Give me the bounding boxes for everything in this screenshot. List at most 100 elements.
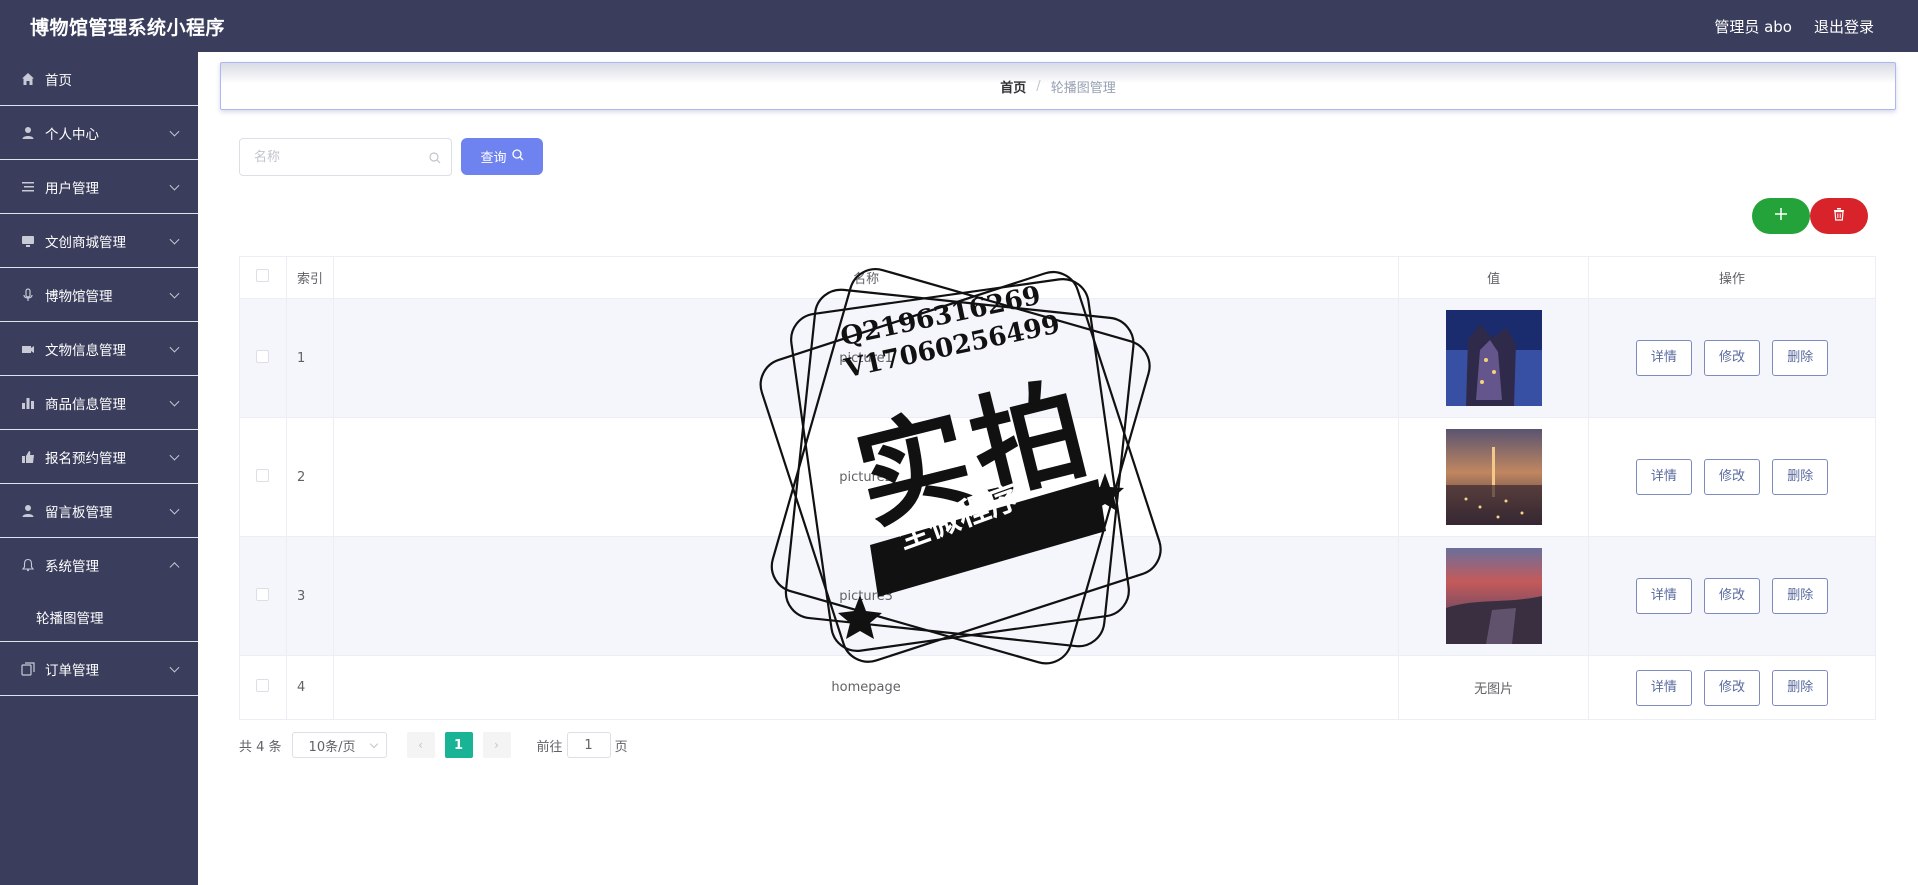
sidebar-item-label: 博物馆管理 — [45, 288, 113, 305]
user-icon — [20, 503, 36, 519]
row-value — [1398, 298, 1590, 418]
column-header-ops: 操作 — [1588, 256, 1876, 299]
app-title: 博物馆管理系统小程序 — [30, 16, 226, 39]
person-icon — [20, 125, 36, 141]
top-header: 博物馆管理系统小程序 管理员 abo 退出登录 — [0, 0, 1918, 52]
detail-button[interactable]: 详情 — [1635, 578, 1692, 614]
delete-button[interactable]: 删除 — [1772, 340, 1829, 376]
row-checkbox[interactable] — [256, 679, 270, 692]
select-all-checkbox[interactable] — [256, 269, 270, 282]
sidebar-item-personal-center[interactable]: 个人中心 — [0, 106, 198, 160]
table-row: 4 homepage 无图片 详情 修改 删除 — [239, 655, 1876, 720]
chevron-down-icon — [169, 662, 180, 673]
bell-icon — [20, 557, 36, 573]
row-checkbox[interactable] — [256, 349, 270, 363]
logout-link[interactable]: 退出登录 — [1814, 16, 1874, 37]
monitor-icon — [20, 233, 36, 249]
edit-button[interactable]: 修改 — [1704, 578, 1761, 614]
thumb-up-icon — [20, 449, 36, 465]
query-button-label: 查询 — [480, 150, 507, 165]
name-search-input[interactable] — [239, 138, 452, 176]
page-size-value: 10条/页 — [308, 739, 356, 755]
delete-button[interactable]: 删除 — [1772, 578, 1829, 614]
add-button[interactable] — [1752, 198, 1810, 234]
sidebar-item-label: 文创商城管理 — [45, 234, 126, 251]
sidebar-item-goods-management[interactable]: 商品信息管理 — [0, 376, 198, 430]
row-checkbox[interactable] — [256, 587, 270, 601]
breadcrumb: 首页 / 轮播图管理 — [220, 62, 1896, 110]
search-icon — [429, 152, 441, 168]
sidebar-item-user-management[interactable]: 用户管理 — [0, 160, 198, 214]
delete-button[interactable]: 删除 — [1772, 669, 1829, 706]
sidebar-item-label: 订单管理 — [45, 662, 99, 679]
edit-button[interactable]: 修改 — [1704, 669, 1761, 706]
detail-button[interactable]: 详情 — [1635, 340, 1692, 376]
sidebar-item-relic-management[interactable]: 文物信息管理 — [0, 322, 198, 376]
chevron-down-icon — [169, 504, 180, 515]
table-row: 2 picture2 详情 修改 删除 — [239, 417, 1876, 537]
detail-button[interactable]: 详情 — [1635, 669, 1692, 706]
next-page-button[interactable]: › — [482, 732, 511, 758]
plus-icon — [1774, 207, 1788, 225]
sidebar-subitem-carousel-management[interactable]: 轮播图管理 — [0, 592, 198, 642]
breadcrumb-home-link[interactable]: 首页 — [1000, 77, 1026, 96]
sidebar-item-system-management[interactable]: 系统管理 — [0, 538, 198, 592]
sidebar-item-label: 用户管理 — [45, 180, 99, 197]
query-button[interactable]: 查询 — [461, 138, 543, 175]
main-content: 查询 索引 名称 值 操作 1 — [220, 118, 1896, 778]
sidebar-item-label: 文物信息管理 — [45, 342, 126, 359]
column-header-value: 值 — [1398, 256, 1590, 299]
edit-button[interactable]: 修改 — [1704, 459, 1761, 495]
row-name: picture1 — [332, 298, 1400, 418]
page-number-current[interactable]: 1 — [444, 732, 473, 758]
pagination: 共 4 条 10条/页 ‹ 1 › 前往 页 — [239, 732, 628, 758]
chevron-up-icon — [169, 562, 180, 573]
goto-prefix: 前往 — [536, 739, 563, 755]
carousel-table: 索引 名称 值 操作 1 picture1 详情 修改 删除 2 picture… — [239, 256, 1876, 720]
sidebar-item-message-board[interactable]: 留言板管理 — [0, 484, 198, 538]
goto-suffix: 页 — [614, 739, 628, 755]
table-row: 3 picture3 详情 修改 删除 — [239, 536, 1876, 656]
column-header-index: 索引 — [285, 256, 334, 299]
table-row: 1 picture1 详情 修改 删除 — [239, 298, 1876, 418]
row-name: homepage — [332, 655, 1400, 720]
copy-icon — [20, 661, 36, 677]
sidebar-item-label: 报名预约管理 — [45, 450, 126, 467]
sidebar-item-museum-management[interactable]: 博物馆管理 — [0, 268, 198, 322]
sidebar-item-home[interactable]: 首页 — [0, 52, 198, 106]
breadcrumb-separator: / — [1036, 78, 1041, 94]
edit-button[interactable]: 修改 — [1704, 340, 1761, 376]
row-value-text: 无图片 — [1398, 655, 1590, 720]
row-index: 4 — [285, 655, 334, 720]
total-count: 共 4 条 — [239, 739, 282, 755]
page-size-select[interactable]: 10条/页 — [291, 732, 387, 758]
sidebar-item-label: 个人中心 — [45, 126, 99, 143]
header-select-all[interactable] — [239, 256, 287, 299]
row-actions: 详情 修改 删除 — [1588, 417, 1876, 537]
goto-page-input[interactable] — [566, 732, 611, 758]
detail-button[interactable]: 详情 — [1635, 459, 1692, 495]
column-header-name: 名称 — [332, 256, 1400, 299]
chevron-down-icon — [169, 396, 180, 407]
breadcrumb-current: 轮播图管理 — [1050, 80, 1116, 96]
row-actions: 详情 修改 删除 — [1588, 536, 1876, 656]
chevron-down-icon — [369, 739, 378, 749]
row-index: 3 — [285, 536, 334, 656]
trash-icon — [1832, 207, 1846, 225]
row-checkbox[interactable] — [256, 468, 270, 482]
microphone-icon — [20, 287, 36, 303]
row-name: picture3 — [332, 536, 1400, 656]
carousel-image-thumbnail — [1445, 548, 1542, 644]
row-value — [1398, 536, 1590, 656]
sidebar-item-shop-management[interactable]: 文创商城管理 — [0, 214, 198, 268]
batch-delete-button[interactable] — [1810, 198, 1868, 234]
chevron-down-icon — [169, 288, 180, 299]
prev-page-button[interactable]: ‹ — [406, 732, 435, 758]
row-index: 1 — [285, 298, 334, 418]
delete-button[interactable]: 删除 — [1772, 459, 1829, 495]
sidebar-item-order-management[interactable]: 订单管理 — [0, 642, 198, 696]
sidebar-item-reservation-management[interactable]: 报名预约管理 — [0, 430, 198, 484]
admin-user-label: 管理员 abo — [1714, 17, 1792, 36]
chevron-down-icon — [169, 450, 180, 461]
sidebar-item-label: 商品信息管理 — [45, 396, 126, 413]
